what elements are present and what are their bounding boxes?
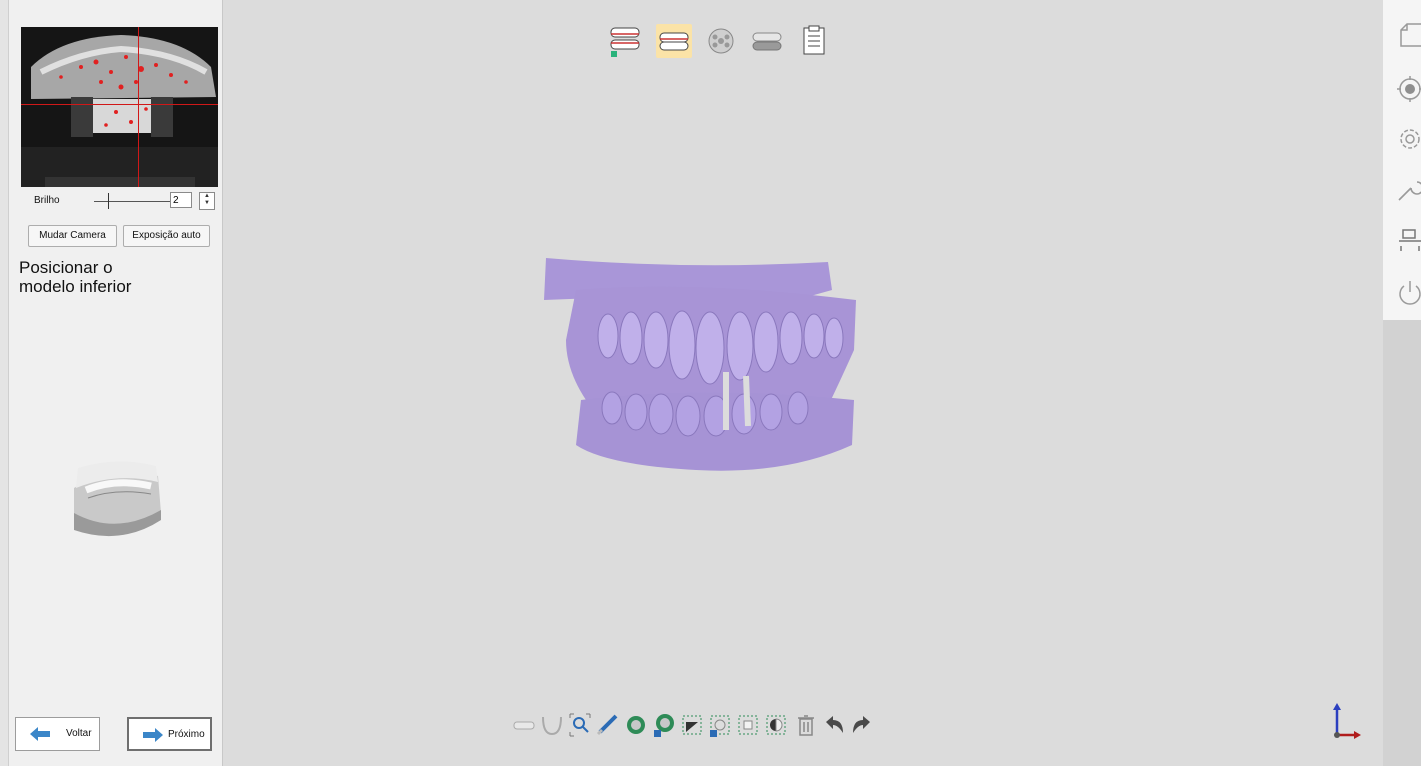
scan-target-icon[interactable]	[1395, 74, 1421, 104]
undo-icon[interactable]	[822, 712, 846, 738]
instruction-text: Posicionar o modelo inferior	[19, 258, 199, 296]
arrow-left-icon	[30, 727, 50, 741]
instruction-line-2: modelo inferior	[19, 277, 132, 296]
dental-3d-model[interactable]	[536, 250, 866, 480]
lasso-select-icon[interactable]	[680, 712, 704, 738]
delete-icon[interactable]	[794, 712, 818, 738]
box-select-icon[interactable]	[736, 712, 760, 738]
upper-jaw-view-icon[interactable]	[512, 712, 536, 738]
left-panel: Brilho 2 ▲ ▼ Mudar Camera Exposição auto …	[0, 0, 223, 766]
brightness-control: Brilho 2 ▲ ▼	[34, 191, 215, 213]
instruction-line-1: Posicionar o	[19, 258, 113, 277]
tools-wrench-icon[interactable]	[1395, 174, 1421, 204]
lasso-deselect-icon[interactable]	[708, 712, 732, 738]
crosshair-horizontal	[21, 104, 218, 105]
axis-indicator	[1333, 703, 1361, 739]
next-button[interactable]: Próximo	[127, 717, 212, 751]
lower-model-thumbnail	[74, 461, 161, 537]
right-sidebar-strip	[1383, 320, 1421, 766]
upper-lower-jaw-icon[interactable]	[607, 24, 643, 58]
auto-exposure-button[interactable]: Exposição auto	[123, 225, 210, 247]
brightness-label: Brilho	[34, 195, 60, 206]
back-button[interactable]: Voltar	[15, 717, 100, 751]
instruction-pane: Posicionar o modelo inferior	[14, 250, 219, 700]
brightness-value-field[interactable]: 2	[170, 192, 192, 208]
crosshair-vertical	[138, 27, 139, 187]
next-button-label: Próximo	[168, 729, 205, 740]
back-button-label: Voltar	[66, 728, 92, 739]
brush-select-icon[interactable]	[596, 712, 620, 738]
camera-feed-image	[21, 27, 218, 187]
brightness-spinner[interactable]: ▲ ▼	[199, 192, 215, 210]
panel-edge	[0, 0, 9, 766]
deselect-region-icon[interactable]	[652, 712, 676, 738]
new-file-icon[interactable]	[1395, 20, 1421, 50]
power-icon[interactable]	[1395, 278, 1421, 308]
workflow-toolbar	[607, 24, 839, 60]
occlusion-icon[interactable]	[656, 24, 692, 58]
arch-curve-icon[interactable]	[540, 712, 564, 738]
zoom-fit-icon[interactable]	[568, 712, 592, 738]
select-region-icon[interactable]	[624, 712, 648, 738]
report-icon[interactable]	[795, 24, 831, 58]
settings-gear-icon[interactable]	[1395, 124, 1421, 154]
redo-icon[interactable]	[850, 712, 874, 738]
invert-select-icon[interactable]	[764, 712, 788, 738]
navigation-footer: Voltar Próximo	[10, 705, 220, 766]
edit-toolbar	[512, 712, 878, 742]
change-camera-button[interactable]: Mudar Camera	[28, 225, 117, 247]
arrow-right-icon	[143, 728, 163, 742]
brightness-slider-thumb[interactable]	[108, 193, 109, 209]
lower-jaw-icon[interactable]	[749, 24, 785, 58]
layout-icon[interactable]	[1395, 226, 1421, 256]
right-sidebar	[1383, 0, 1421, 320]
camera-preview	[21, 27, 218, 187]
die-scan-icon[interactable]	[703, 24, 739, 58]
